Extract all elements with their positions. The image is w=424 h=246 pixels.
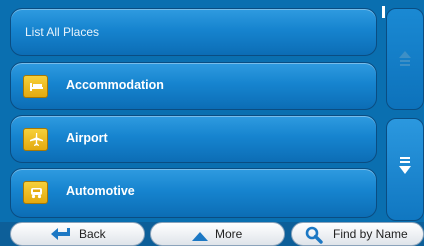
scroll-up-icon (399, 51, 411, 72)
back-label: Back (79, 227, 106, 241)
bed-icon (23, 75, 48, 98)
list-all-places-label: List All Places (25, 25, 100, 39)
scroll-up-button[interactable] (386, 8, 424, 110)
airplane-icon (23, 128, 48, 151)
list-all-places-button[interactable]: List All Places (10, 8, 377, 56)
find-by-name-label: Find by Name (333, 227, 408, 241)
more-button[interactable]: More (150, 222, 285, 246)
search-icon (305, 226, 323, 246)
back-button[interactable]: Back (10, 222, 145, 246)
car-icon (23, 181, 48, 204)
scroll-position-marker (382, 6, 385, 18)
places-screen: List All Places Accommodation Airport Au… (0, 0, 424, 246)
find-by-name-button[interactable]: Find by Name (291, 222, 424, 246)
more-label: More (215, 227, 243, 241)
scroll-down-button[interactable] (386, 118, 424, 221)
category-label: Automotive (66, 184, 135, 198)
chevron-up-icon (192, 229, 208, 246)
category-row-airport[interactable]: Airport (10, 115, 377, 163)
back-arrow-icon (51, 228, 71, 246)
category-label: Accommodation (66, 78, 164, 92)
category-row-automotive[interactable]: Automotive (10, 168, 377, 218)
category-row-accommodation[interactable]: Accommodation (10, 62, 377, 110)
scroll-down-icon (399, 157, 411, 180)
category-label: Airport (66, 131, 108, 145)
